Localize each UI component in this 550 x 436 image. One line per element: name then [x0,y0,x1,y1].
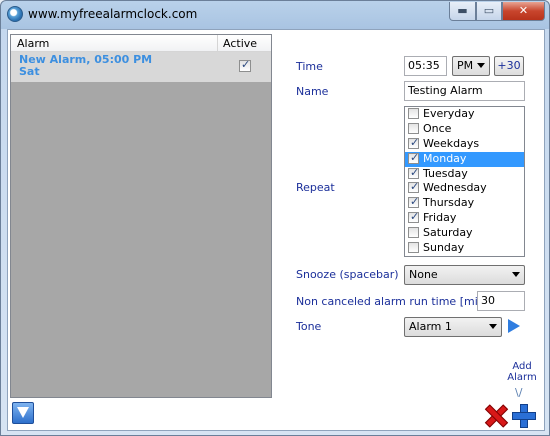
saturday-checkbox[interactable] [408,227,419,239]
tone-value: Alarm 1 [409,320,452,333]
monday-checkbox[interactable] [408,151,419,166]
repeat-item-saturday[interactable]: Saturday [405,226,524,241]
alarm-list-header: Alarm Active [11,35,271,52]
wednesday-checkbox[interactable] [408,180,419,195]
repeat-item-wednesday[interactable]: Wednesday [405,180,524,196]
repeat-item-tuesday[interactable]: Tuesday [405,166,524,182]
ampm-select[interactable]: PM [452,56,490,76]
repeat-item-friday[interactable]: Friday [405,210,524,226]
plus30-button[interactable]: +30 [494,56,524,76]
snooze-value: None [409,268,438,281]
time-input[interactable]: 05:35 [404,56,447,76]
tone-label: Tone [296,320,322,333]
repeat-item-thursday[interactable]: Thursday [405,195,524,211]
ampm-value: PM [457,59,474,72]
column-active-header[interactable]: Active [223,37,257,50]
tone-select[interactable]: Alarm 1 [404,317,502,337]
repeat-item-monday[interactable]: Monday [405,151,524,167]
add-alarm-label: Add Alarm [507,361,537,383]
close-button[interactable]: ✕ [502,2,545,21]
play-icon[interactable] [508,319,520,333]
thursday-checkbox[interactable] [408,195,419,210]
column-alarm-header[interactable]: Alarm [17,37,49,50]
chevron-down-icon [512,272,520,277]
window-title: www.myfreealarmclock.com [28,7,198,21]
chevron-down-icon: \/ [515,386,523,399]
tuesday-checkbox[interactable] [408,166,419,180]
minimize-button[interactable]: ▬ [449,2,476,21]
repeat-item-everyday[interactable]: Everyday [405,107,524,122]
chevron-down-icon [477,63,485,68]
sunday-checkbox[interactable] [408,242,419,254]
delete-alarm-button[interactable] [484,404,506,426]
repeat-listbox[interactable]: Everyday Once Weekdays Monday Tuesday We… [404,106,525,257]
weekdays-checkbox[interactable] [408,136,419,151]
name-label: Name [296,85,329,98]
maximize-button[interactable]: ▭ [476,2,502,21]
alarm-row-name: New Alarm, 05:00 PM Sat [19,53,153,78]
snooze-label: Snooze (spacebar) [296,268,399,281]
export-arrow-button[interactable] [12,402,34,424]
main-panel: Alarm Active New Alarm, 05:00 PM Sat Tim… [7,29,545,431]
add-alarm-button[interactable] [512,404,536,428]
clock-icon [7,6,23,22]
repeat-item-sunday[interactable]: Sunday [405,241,524,256]
once-checkbox[interactable] [408,122,419,134]
chevron-down-icon [489,324,497,329]
repeat-item-once[interactable]: Once [405,122,524,137]
repeat-label: Repeat [296,181,335,194]
alarm-active-checkbox[interactable] [239,58,251,72]
friday-checkbox[interactable] [408,210,419,225]
alarm-row[interactable]: New Alarm, 05:00 PM Sat [11,52,271,82]
run-time-label: Non canceled alarm run time [min] [296,295,490,308]
alarm-name-input[interactable]: Testing Alarm [404,81,525,101]
column-divider[interactable] [217,35,218,52]
run-time-input[interactable]: 30 [477,291,525,311]
repeat-item-weekdays[interactable]: Weekdays [405,136,524,152]
everyday-checkbox[interactable] [408,108,419,119]
app-window: www.myfreealarmclock.com ▬ ▭ ✕ Alarm Act… [0,0,550,436]
alarm-list[interactable]: Alarm Active New Alarm, 05:00 PM Sat [10,34,272,398]
snooze-select[interactable]: None [404,265,525,285]
title-bar[interactable]: www.myfreealarmclock.com ▬ ▭ ✕ [1,1,549,29]
time-label: Time [296,60,323,73]
